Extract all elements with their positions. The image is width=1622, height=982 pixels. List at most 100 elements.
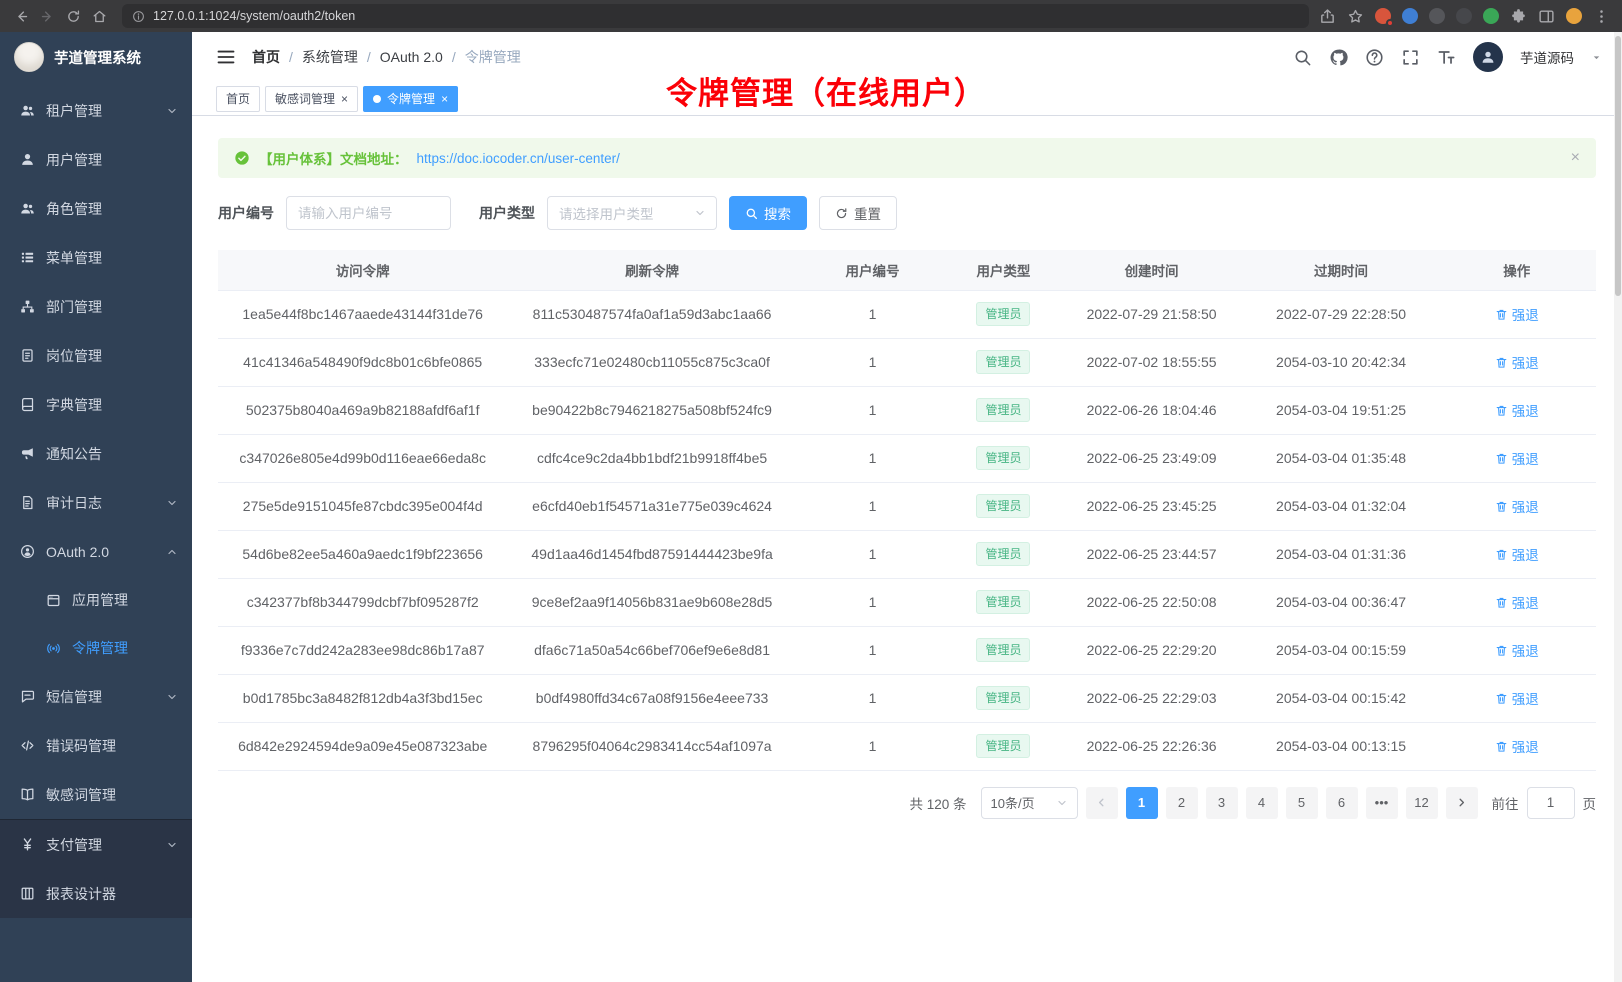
page-button-6[interactable]: 6 — [1326, 787, 1358, 819]
extension-icon[interactable] — [1456, 8, 1472, 24]
share-icon[interactable] — [1319, 8, 1336, 25]
sidebar-item-post[interactable]: 岗位管理 — [0, 331, 192, 380]
browser-forward-button[interactable] — [34, 3, 60, 29]
address-bar[interactable]: 127.0.0.1:1024/system/oauth2/token — [122, 4, 1309, 28]
sidebar-item-app-manage[interactable]: 应用管理 — [0, 576, 192, 624]
user-type-select[interactable]: 请选择用户类型 — [547, 196, 717, 230]
username[interactable]: 芋道源码 — [1520, 47, 1574, 67]
window-scrollbar[interactable] — [1614, 32, 1622, 982]
extension-icon[interactable] — [1483, 8, 1499, 24]
site-info-icon[interactable] — [132, 10, 145, 23]
sidebar-item-user[interactable]: 用户管理 — [0, 135, 192, 184]
extensions-puzzle-icon[interactable] — [1510, 8, 1527, 25]
tab-token-manage[interactable]: 令牌管理 × — [363, 86, 458, 112]
browser-toolbar-icons — [1319, 8, 1614, 25]
refresh-token-value: e6cfd40eb1f54571a31e775e039c4624 — [532, 498, 772, 514]
sidebar-item-error-code[interactable]: 错误码管理 — [0, 721, 192, 770]
extension-icon[interactable] — [1375, 8, 1391, 24]
tab-sensitive-word[interactable]: 敏感词管理 × — [265, 86, 358, 112]
caret-down-icon[interactable] — [1591, 52, 1602, 63]
profile-avatar-icon[interactable] — [1566, 8, 1582, 24]
search-button[interactable]: 搜索 — [729, 196, 807, 230]
trash-icon — [1495, 452, 1508, 465]
sidebar-item-audit-log[interactable]: 审计日志 — [0, 478, 192, 527]
sidebar-item-dept[interactable]: 部门管理 — [0, 282, 192, 331]
page-button-12[interactable]: 12 — [1406, 787, 1438, 819]
breadcrumb-item[interactable]: 系统管理 — [302, 47, 358, 67]
doc-link[interactable]: https://doc.iocoder.cn/user-center/ — [417, 151, 620, 166]
user-id-value: 1 — [869, 306, 877, 322]
tab-label: 敏感词管理 — [275, 90, 335, 107]
extension-icon[interactable] — [1429, 8, 1445, 24]
tab-close-icon[interactable]: × — [441, 93, 448, 105]
extension-icon[interactable] — [1402, 8, 1418, 24]
browser-menu-icon[interactable] — [1593, 8, 1610, 25]
help-icon[interactable] — [1365, 48, 1384, 67]
force-logout-button[interactable]: 强退 — [1495, 352, 1539, 372]
sidebar-item-oauth[interactable]: OAuth 2.0 — [0, 527, 192, 576]
page-button-4[interactable]: 4 — [1246, 787, 1278, 819]
sidebar-item-report-designer[interactable]: 报表设计器 — [0, 869, 192, 918]
search-icon[interactable] — [1293, 48, 1312, 67]
side-panel-icon[interactable] — [1538, 8, 1555, 25]
page-size-select[interactable]: 10条/页 — [981, 787, 1078, 819]
sidebar-item-notice[interactable]: 通知公告 — [0, 429, 192, 478]
reset-button-label: 重置 — [854, 203, 881, 223]
sidebar-item-pay[interactable]: 支付管理 — [0, 820, 192, 869]
page-button-3[interactable]: 3 — [1206, 787, 1238, 819]
user-id-input[interactable] — [286, 196, 451, 230]
column-header: 访问令牌 — [218, 250, 507, 290]
force-logout-button[interactable]: 强退 — [1495, 688, 1539, 708]
app-logo[interactable]: 芋道管理系统 — [0, 32, 192, 82]
sidebar-item-token-manage[interactable]: 令牌管理 — [0, 624, 192, 672]
page-size-value: 10条/页 — [991, 793, 1035, 812]
github-icon[interactable] — [1329, 48, 1348, 67]
sidebar-item-menu[interactable]: 菜单管理 — [0, 233, 192, 282]
breadcrumb-item[interactable]: OAuth 2.0 — [380, 49, 443, 65]
force-logout-button[interactable]: 强退 — [1495, 592, 1539, 612]
force-logout-button[interactable]: 强退 — [1495, 448, 1539, 468]
font-size-icon[interactable] — [1437, 48, 1456, 67]
sidebar-item-dict[interactable]: 字典管理 — [0, 380, 192, 429]
search-icon — [745, 207, 758, 220]
force-logout-button[interactable]: 强退 — [1495, 640, 1539, 660]
more-pages-button[interactable]: ••• — [1366, 787, 1398, 819]
bookmark-star-icon[interactable] — [1347, 8, 1364, 25]
url-text[interactable]: 127.0.0.1:1024/system/oauth2/token — [153, 9, 355, 23]
page-button-1[interactable]: 1 — [1126, 787, 1158, 819]
force-logout-button[interactable]: 强退 — [1495, 304, 1539, 324]
reset-button[interactable]: 重置 — [819, 196, 897, 230]
prev-page-button[interactable] — [1086, 787, 1118, 819]
sidebar-item-tenant[interactable]: 租户管理 — [0, 86, 192, 135]
sidebar-item-role[interactable]: 角色管理 — [0, 184, 192, 233]
breadcrumb-item[interactable]: 首页 — [252, 47, 280, 67]
browser-back-button[interactable] — [8, 3, 34, 29]
force-logout-button[interactable]: 强退 — [1495, 400, 1539, 420]
sidebar-item-sensitive-word[interactable]: 敏感词管理 — [0, 770, 192, 819]
tab-close-icon[interactable]: × — [341, 93, 348, 105]
back-arrow-icon — [14, 9, 29, 24]
next-page-button[interactable] — [1446, 787, 1478, 819]
fullscreen-icon[interactable] — [1401, 48, 1420, 67]
avatar[interactable] — [1473, 42, 1503, 72]
tab-home[interactable]: 首页 — [216, 86, 260, 112]
column-header: 操作 — [1437, 250, 1596, 290]
goto-page-input[interactable] — [1527, 787, 1575, 819]
browser-home-button[interactable] — [86, 3, 112, 29]
sidebar-item-label: 应用管理 — [72, 590, 128, 610]
user-type-badge: 管理员 — [976, 638, 1030, 662]
refresh-token-value: cdfc4ce9c2da4bb1bdf21b9918ff4be5 — [537, 450, 767, 466]
force-logout-button[interactable]: 强退 — [1495, 736, 1539, 756]
sidebar-item-sms[interactable]: 短信管理 — [0, 672, 192, 721]
collapse-sidebar-icon[interactable] — [216, 47, 236, 67]
user-type-placeholder: 请选择用户类型 — [559, 203, 654, 223]
alert-close-icon[interactable]: × — [1571, 150, 1580, 166]
force-logout-button[interactable]: 强退 — [1495, 496, 1539, 516]
report-grid-icon — [20, 886, 35, 901]
page-button-5[interactable]: 5 — [1286, 787, 1318, 819]
page-button-2[interactable]: 2 — [1166, 787, 1198, 819]
force-logout-button[interactable]: 强退 — [1495, 544, 1539, 564]
expire-time-value: 2054-03-10 20:42:34 — [1276, 354, 1406, 370]
browser-reload-button[interactable] — [60, 3, 86, 29]
scrollbar-thumb[interactable] — [1615, 36, 1621, 296]
